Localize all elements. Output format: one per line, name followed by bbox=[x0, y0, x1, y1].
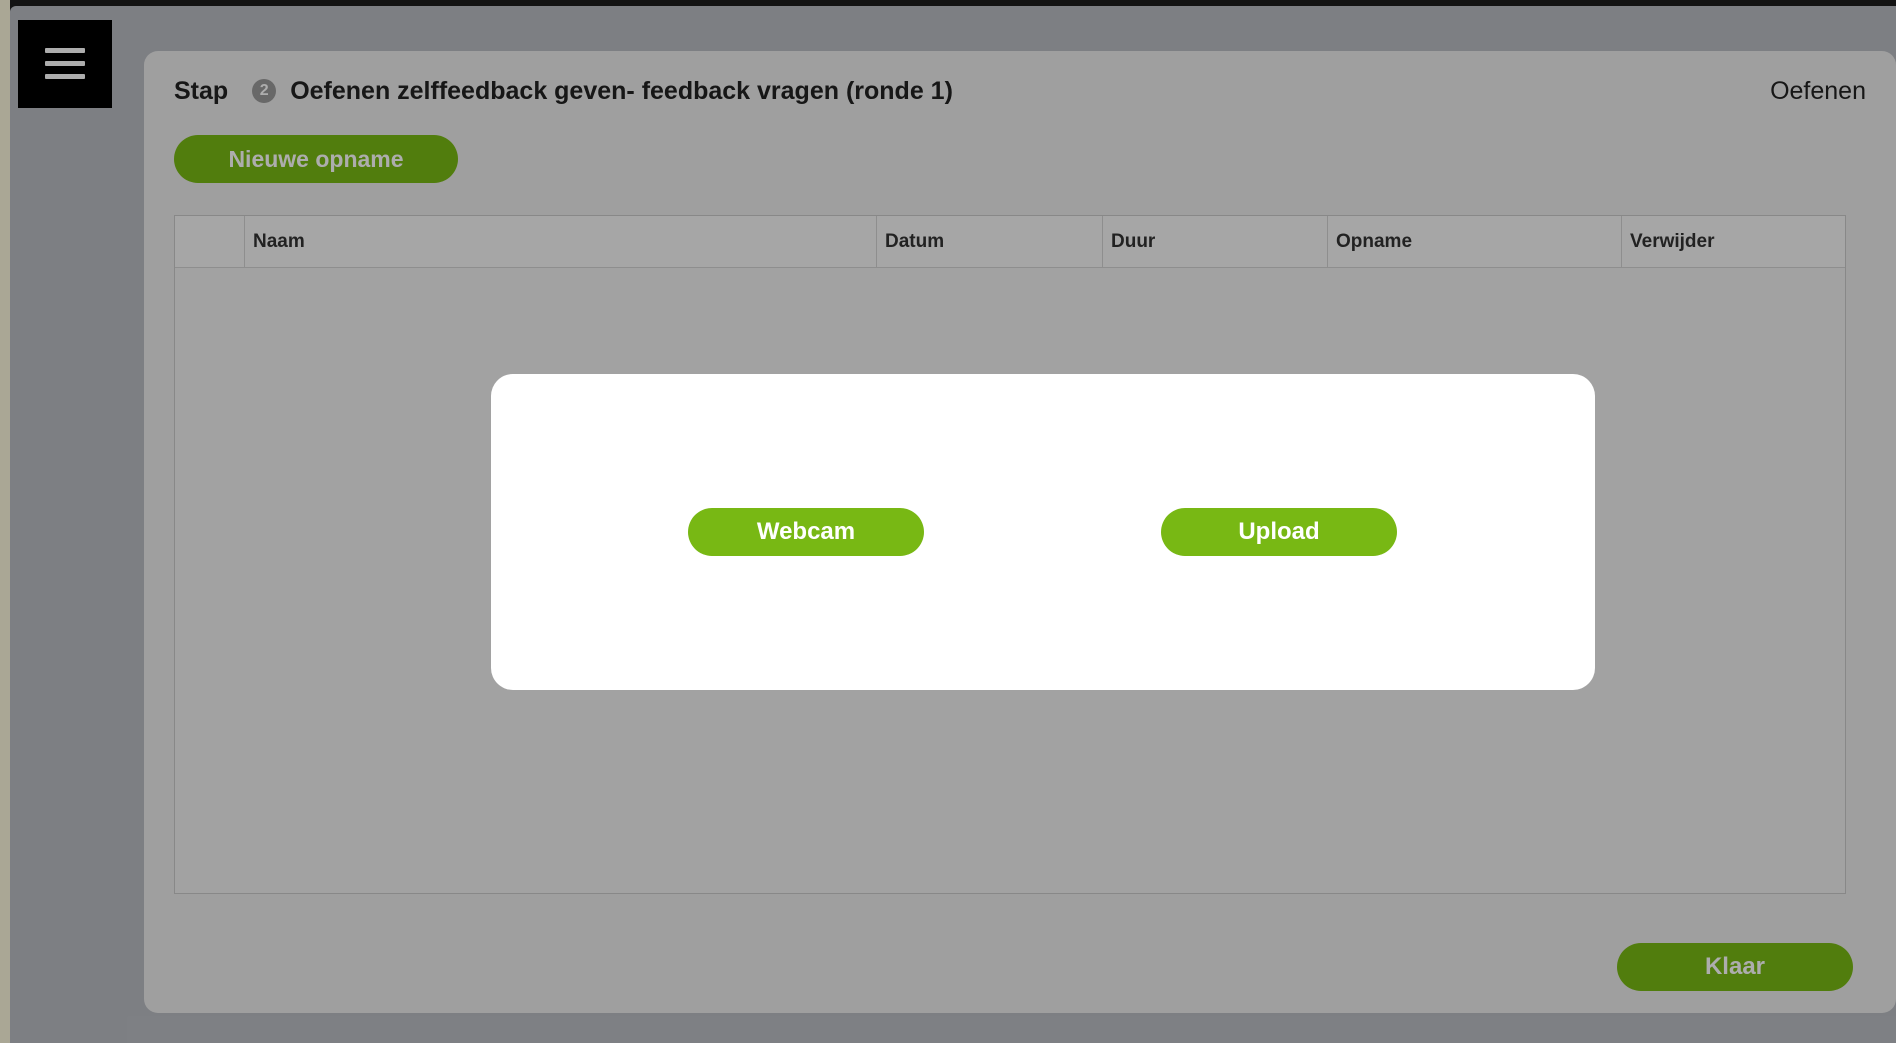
webcam-button[interactable]: Webcam bbox=[688, 508, 924, 556]
modal-backdrop[interactable]: Webcam Upload bbox=[0, 0, 1896, 1043]
recording-source-dialog: Webcam Upload bbox=[491, 374, 1595, 690]
upload-button[interactable]: Upload bbox=[1161, 508, 1397, 556]
